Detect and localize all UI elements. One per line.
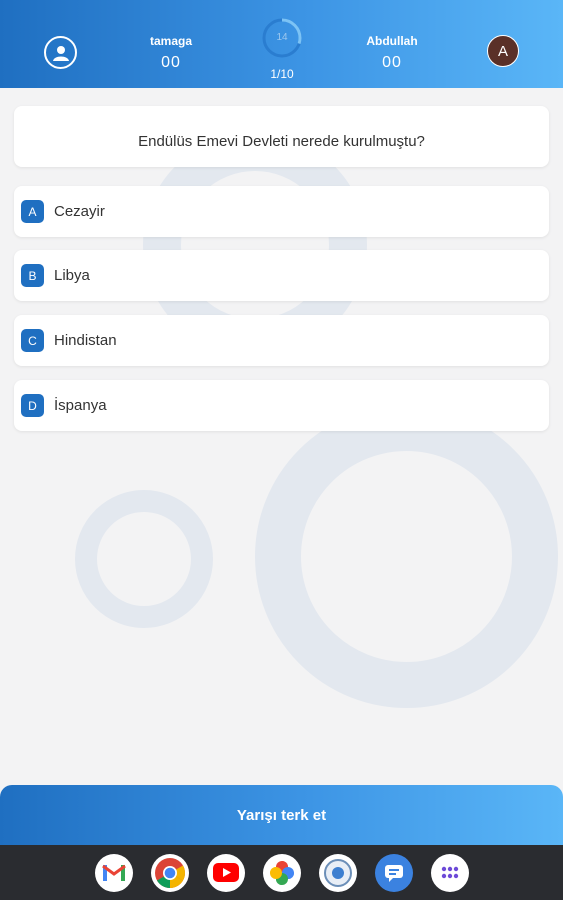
- player-two-score: 00: [382, 54, 402, 71]
- option-c[interactable]: C Hindistan: [14, 315, 549, 366]
- background-ring: [75, 490, 213, 628]
- timer-value: 14: [276, 32, 288, 43]
- option-d[interactable]: D İspanya: [14, 380, 549, 431]
- option-a-letter: A: [21, 200, 44, 223]
- player-one-score: 00: [161, 54, 181, 71]
- system-dock: [0, 845, 563, 900]
- option-b[interactable]: B Libya: [14, 250, 549, 301]
- opponent-avatar[interactable]: A: [487, 35, 519, 67]
- option-a-text: Cezayir: [54, 203, 105, 220]
- user-glyph: [52, 45, 69, 61]
- youtube-icon[interactable]: [206, 853, 245, 892]
- player-two-name: Abdullah: [366, 34, 418, 48]
- app-drawer-icon[interactable]: [430, 853, 469, 892]
- option-d-text: İspanya: [54, 397, 107, 414]
- question-card: Endülüs Emevi Devleti nerede kurulmuştu?: [14, 106, 549, 167]
- option-a[interactable]: A Cezayir: [14, 186, 549, 237]
- leave-game-button[interactable]: Yarışı terk et: [0, 785, 563, 845]
- player-two: Abdullah 00: [342, 34, 442, 72]
- option-b-text: Libya: [54, 267, 90, 284]
- option-d-letter: D: [21, 394, 44, 417]
- option-c-text: Hindistan: [54, 332, 117, 349]
- question-text: Endülüs Emevi Devleti nerede kurulmuştu?: [138, 133, 425, 150]
- option-c-letter: C: [21, 329, 44, 352]
- chrome-icon[interactable]: [150, 853, 189, 892]
- countdown-timer: 14: [262, 18, 302, 58]
- game-header: tamaga 00 14 1/10 Abdullah 00 A: [0, 0, 563, 88]
- app-icon[interactable]: [318, 853, 357, 892]
- question-counter: 1/10: [270, 67, 294, 81]
- player-one-name: tamaga: [149, 34, 193, 48]
- player-one: tamaga 00: [121, 34, 221, 72]
- background-ring: [255, 405, 558, 708]
- photos-icon[interactable]: [262, 853, 301, 892]
- option-b-letter: B: [21, 264, 44, 287]
- gmail-icon[interactable]: [94, 853, 133, 892]
- messages-icon[interactable]: [374, 853, 413, 892]
- profile-icon[interactable]: [44, 36, 77, 69]
